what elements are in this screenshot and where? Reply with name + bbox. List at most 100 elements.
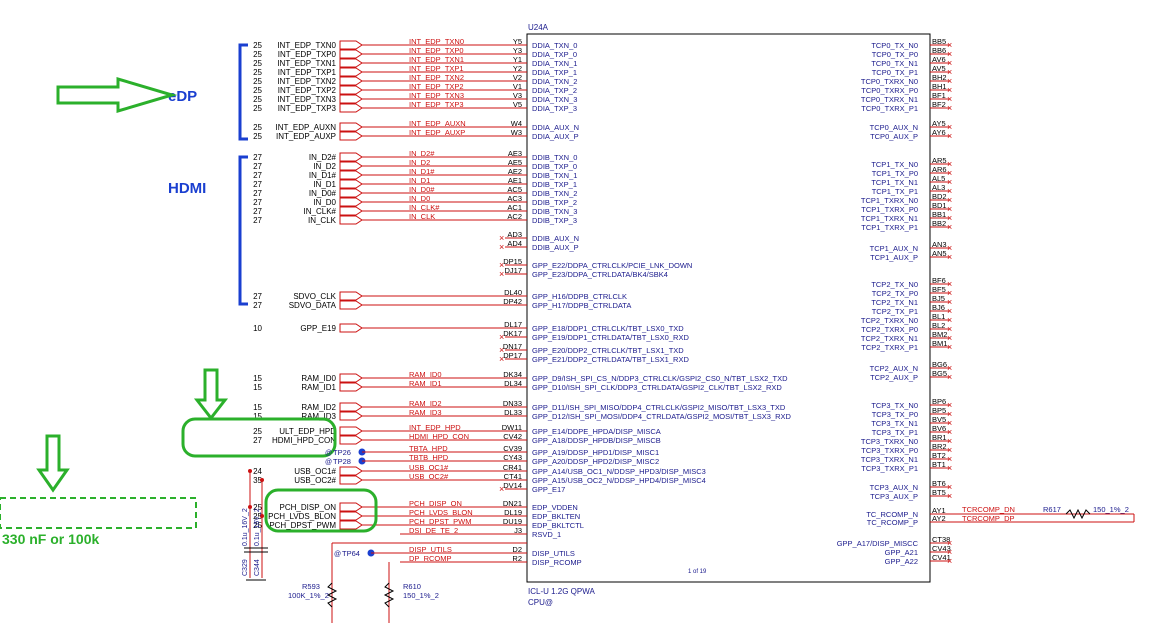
no-connect-icon: × — [947, 252, 952, 262]
pin-port-label: DISP_UTILS — [532, 549, 575, 558]
pin-port-label: TCP0_TX_P0 — [872, 50, 918, 59]
pin-signal-label: RAM_ID2 — [409, 399, 442, 408]
hdmi-label: HDMI — [168, 180, 206, 197]
pin-sheet-ref: 27 — [253, 171, 262, 180]
pin-signal-label: PCH_DPST_PWM — [409, 517, 472, 526]
pin-net-label: SDVO_DATA — [289, 301, 337, 310]
pin-port-label: TCP2_AUX_P — [870, 373, 918, 382]
pin-signal-label: INT_EDP_AUXP — [409, 128, 465, 137]
pin-signal-label: IN_D1# — [409, 167, 435, 176]
pin-net-label: USB_OC1# — [294, 467, 336, 476]
pin-sheet-ref: 15 — [253, 403, 262, 412]
rcomp-net-p: TCRCOMP_DP — [962, 514, 1015, 523]
pin-signal-label: INT_EDP_HPD — [409, 423, 461, 432]
offpage-connector-icon — [339, 402, 363, 412]
offpage-connector-icon — [339, 502, 363, 512]
offpage-connector-icon — [339, 161, 363, 171]
offpage-connector-icon — [339, 152, 363, 162]
pin-signal-label: IN_D0# — [409, 185, 435, 194]
offpage-connector-icon — [339, 188, 363, 198]
tp26-label: TP26 — [333, 448, 351, 457]
pin-signal-label: INT_EDP_TXN1 — [409, 55, 464, 64]
no-connect-icon: × — [947, 131, 952, 141]
pin-sheet-ref: 25 — [253, 68, 262, 77]
cap-note: 330 nF or 100k — [2, 531, 99, 547]
pin-net-label: INT_EDP_TXN2 — [277, 77, 336, 86]
pin-port-label: TCP2_TX_N0 — [871, 280, 918, 289]
pin-sheet-ref: 27 — [253, 292, 262, 301]
pin-sheet-ref: 25 — [253, 50, 262, 59]
pin-sheet-ref: 25 — [253, 104, 262, 113]
offpage-connector-icon — [339, 475, 363, 485]
left-pin-group: DDIA_TXN_0Y5INT_EDP_TXN0INT_EDP_TXN025DD… — [253, 37, 791, 567]
pin-signal-label: INT_EDP_TXP3 — [409, 100, 464, 109]
pin-port-label: DDIA_TXP_1 — [532, 68, 577, 77]
pin-port-label: GPP_A22 — [885, 557, 918, 566]
pin-net-label: PCH_LVDS_BLON — [268, 512, 336, 521]
panel-ctrl-dashed-box — [0, 497, 197, 529]
pin-port-label: GPP_E19/DDP1_CTRLDATA/TBT_LSX0_RXD — [532, 333, 689, 342]
offpage-connector-icon — [339, 94, 363, 104]
pin-port-label: DDIA_TXN_3 — [532, 95, 577, 104]
pin-port-label: TCP3_TX_N0 — [871, 401, 918, 410]
pin-net-label: IN_D1 — [313, 180, 336, 189]
pin-net-label: IN_CLK# — [304, 207, 337, 216]
pin-port-label: TCP1_TXRX_P1 — [861, 223, 918, 232]
no-connect-icon: × — [947, 372, 952, 382]
pin-port-label: TCP0_TXRX_P0 — [861, 86, 918, 95]
chip-ref: U24A — [528, 23, 549, 32]
cap1-value: 0.1u_16V_2 — [242, 508, 249, 546]
pin-port-label: TCP2_TX_P1 — [872, 307, 918, 316]
offpage-connector-icon — [339, 179, 363, 189]
pin-port-label: DDIA_AUX_P — [532, 132, 579, 141]
no-connect-icon: × — [499, 484, 504, 494]
offpage-connector-icon — [339, 426, 363, 436]
pin-signal-label: RAM_ID0 — [409, 370, 442, 379]
pin-net-label: RAM_ID0 — [301, 374, 336, 383]
pin-net-label: INT_EDP_TXP1 — [278, 68, 337, 77]
no-connect-icon: × — [947, 556, 952, 566]
pin-net-label: IN_D0# — [309, 189, 337, 198]
pin-port-label: TCP0_TX_N0 — [871, 41, 918, 50]
pin-port-label: DDIB_AUX_N — [532, 234, 579, 243]
arrow-edp-icon — [56, 76, 178, 114]
pin-port-label: TCP1_TXRX_N0 — [861, 196, 918, 205]
pin-port-label: TCP2_TX_N1 — [871, 298, 918, 307]
pin-port-label: TCP1_AUX_N — [870, 244, 918, 253]
right-pin-group: TCP0_TX_N0 BB5 ×TCP0_TX_P0 BB6 ×TCP0_TX_N1 AV… — [837, 37, 953, 566]
chip-part: ICL-U 1.2G QPWA — [528, 587, 595, 596]
pin-sheet-ref: 25 — [253, 123, 262, 132]
pin-sheet-ref: 27 — [253, 216, 262, 225]
pin-net-label: INT_EDP_TXN3 — [277, 95, 336, 104]
pin-port-label: GPP_A15/USB_OC2_N/DDSP_HPD4/DISP_MISC4 — [532, 476, 706, 485]
pin-port-label: TCP1_TX_N1 — [871, 178, 918, 187]
pin-net-label: ULT_EDP_HPD — [279, 427, 336, 436]
r617-value: 150_1%_2 — [1093, 505, 1129, 514]
pin-port-label: EDP_BKLTEN — [532, 512, 580, 521]
pin-port-label: TCP3_TX_N1 — [871, 419, 918, 428]
no-connect-icon: × — [947, 463, 952, 473]
pin-port-label: TCP1_TX_N0 — [871, 160, 918, 169]
pin-port-label: GPP_D11/ISH_SPI_MISO/DDP4_CTRLCLK/GSPI2_… — [532, 403, 786, 412]
pin-signal-label: IN_D1 — [409, 176, 430, 185]
offpage-connector-icon — [339, 85, 363, 95]
pin-net-label: PCH_DPST_PWM — [269, 521, 336, 530]
pin-port-label: TCP3_TXRX_P0 — [861, 446, 918, 455]
pin-net-label: INT_EDP_TXN1 — [277, 59, 336, 68]
pin-net-label: IN_D2 — [313, 162, 336, 171]
r610-ref: R610 — [403, 582, 421, 591]
pin-port-label: DDIA_TXN_0 — [532, 41, 577, 50]
no-connect-icon: × — [947, 491, 952, 501]
pin-sheet-ref: 25 — [253, 132, 262, 141]
no-connect-icon: × — [499, 332, 504, 342]
rcomp-net-n: TCRCOMP_DN — [962, 505, 1015, 514]
pin-net-label: SDVO_CLK — [293, 292, 336, 301]
pin-sheet-ref: 15 — [253, 374, 262, 383]
pin-port-label: TCP2_AUX_N — [870, 364, 918, 373]
pin-net-label: INT_EDP_AUXP — [276, 132, 336, 141]
pin-signal-label: DP_RCOMP — [409, 554, 452, 563]
pin-net-label: IN_D0 — [313, 198, 336, 207]
pin-signal-label: USB_OC1# — [409, 463, 449, 472]
pin-port-label: EDP_BKLTCTL — [532, 521, 584, 530]
pin-sheet-ref: 25 — [253, 427, 262, 436]
